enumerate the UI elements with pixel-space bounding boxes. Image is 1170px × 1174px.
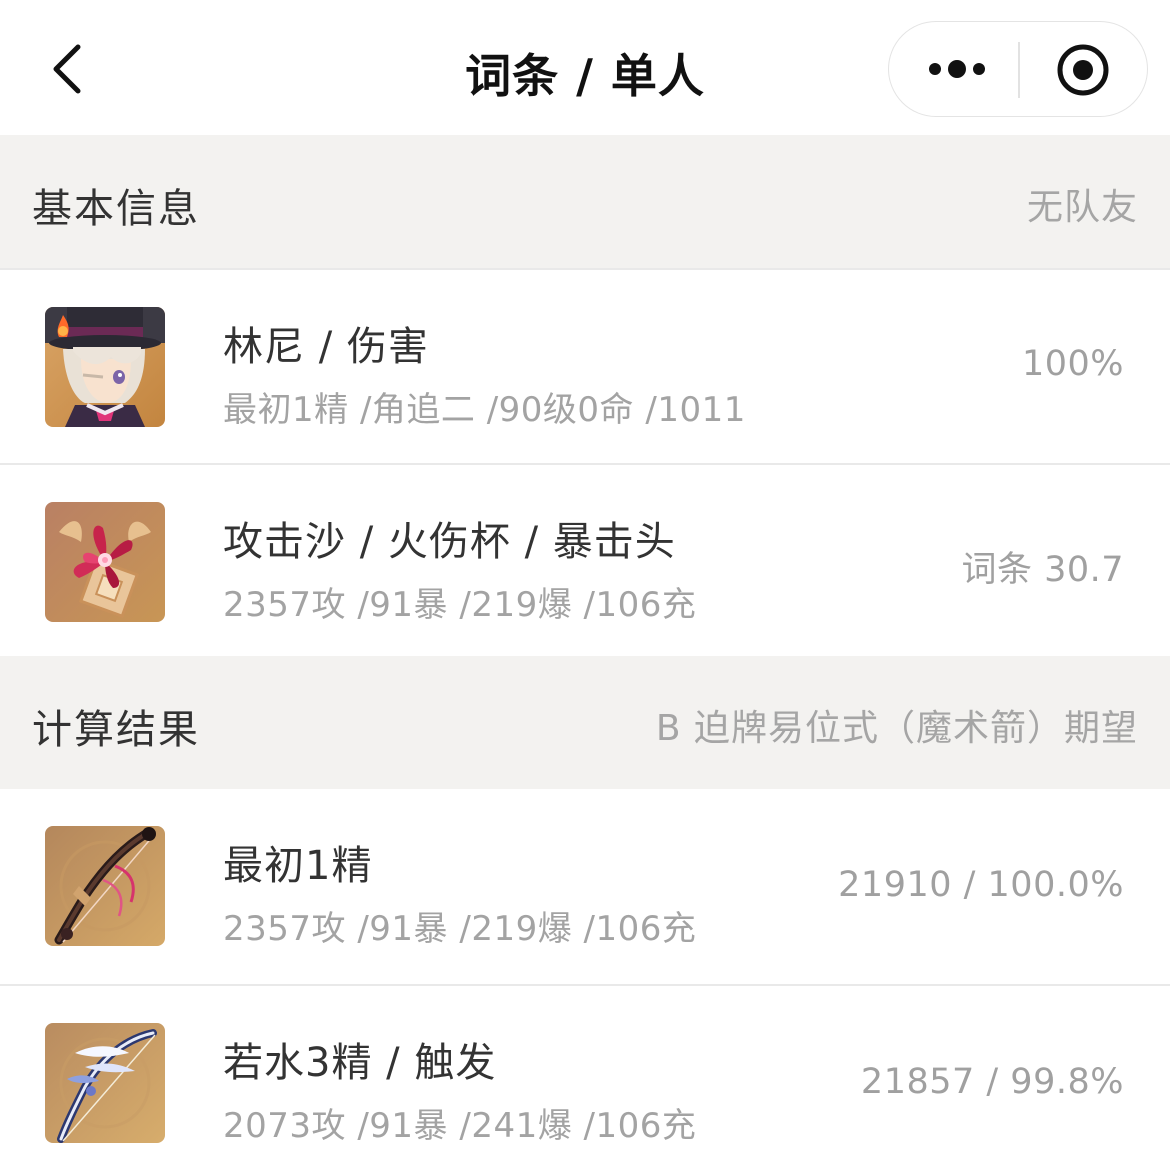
row-title: 林尼 / 伤害 — [223, 324, 429, 370]
section-header-basic-info: 基本信息 无队友 — [0, 135, 1170, 268]
list-item-character[interactable]: 林尼 / 伤害 最初1精 /角追二 /90级0命 /1011 100% — [0, 268, 1170, 463]
more-dots-icon — [929, 60, 985, 78]
row-value: 100% — [1021, 344, 1124, 384]
mini-program-capsule — [888, 21, 1148, 117]
row-value: 21857 / 99.8% — [860, 1062, 1124, 1102]
row-subtitle: 2357攻 /91暴 /219爆 /106充 — [223, 585, 697, 625]
row-subtitle: 2357攻 /91暴 /219爆 /106充 — [223, 909, 697, 949]
list-item-artifacts[interactable]: 攻击沙 / 火伤杯 / 暴击头 2357攻 /91暴 /219爆 /106充 词… — [0, 463, 1170, 658]
row-subtitle: 最初1精 /角追二 /90级0命 /1011 — [223, 390, 746, 430]
list-item-weapon[interactable]: 最初1精 2357攻 /91暴 /219爆 /106充 21910 / 100.… — [0, 789, 1170, 984]
row-value: 词条 30.7 — [961, 550, 1124, 590]
section-title: 基本信息 — [32, 186, 200, 232]
target-circle-icon — [1057, 44, 1109, 96]
close-button[interactable] — [1019, 22, 1147, 116]
row-value: 21910 / 100.0% — [838, 865, 1124, 905]
character-avatar — [45, 307, 165, 427]
bow-weapon-icon — [45, 1023, 165, 1143]
bow-weapon-icon — [45, 826, 165, 946]
section-subtitle: 无队友 — [1026, 187, 1138, 228]
artifact-flower-icon — [45, 502, 165, 622]
row-title: 最初1精 — [223, 843, 373, 889]
row-title: 攻击沙 / 火伤杯 / 暴击头 — [223, 519, 676, 565]
section-title: 计算结果 — [32, 707, 200, 753]
section-header-results: 计算结果 B 迫牌易位式（魔术箭）期望 — [0, 656, 1170, 789]
more-button[interactable] — [889, 22, 1019, 116]
row-title: 若水3精 / 触发 — [223, 1040, 497, 1086]
list-item-weapon[interactable]: 若水3精 / 触发 2073攻 /91暴 /241爆 /106充 21857 /… — [0, 984, 1170, 1174]
section-subtitle: B 迫牌易位式（魔术箭）期望 — [655, 708, 1138, 749]
navigation-bar: 词条 / 单人 — [0, 0, 1170, 135]
row-subtitle: 2073攻 /91暴 /241爆 /106充 — [223, 1106, 697, 1146]
